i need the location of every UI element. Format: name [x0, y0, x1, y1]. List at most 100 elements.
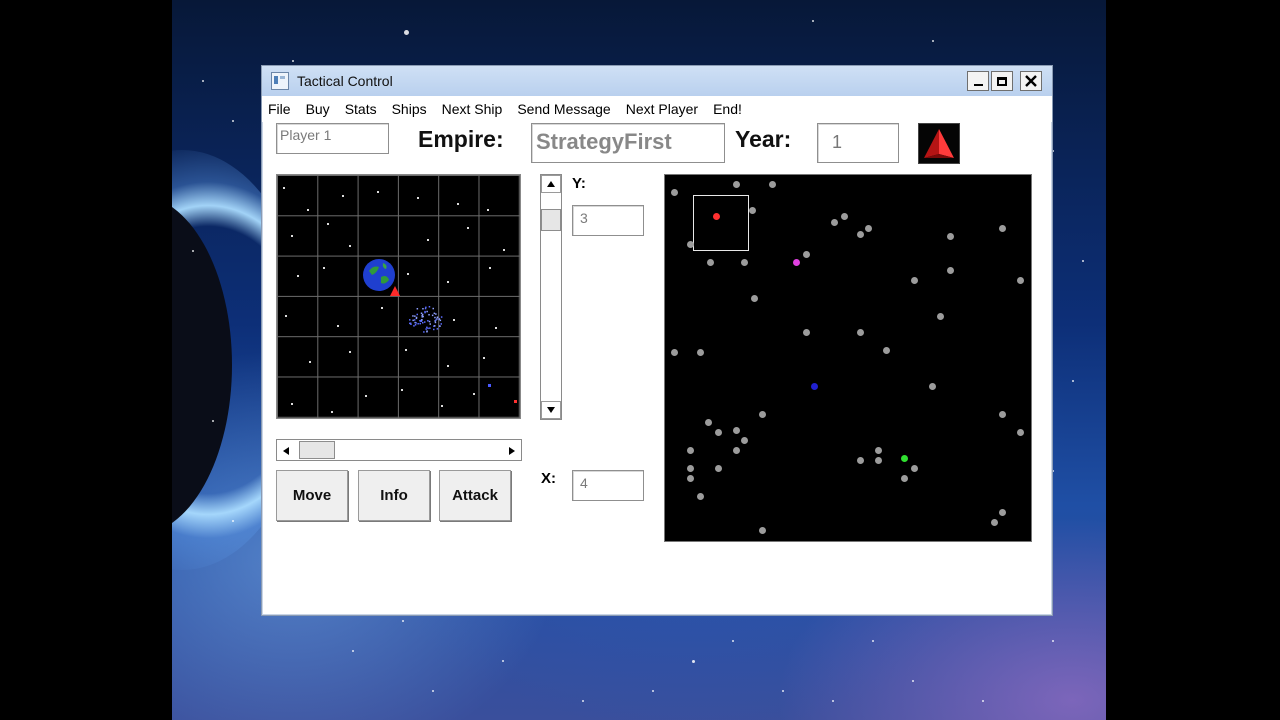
star-system[interactable] [687, 241, 694, 248]
move-button[interactable]: Move [276, 470, 348, 521]
title-bar[interactable]: Tactical Control [262, 66, 1052, 96]
nebula-speck [415, 322, 417, 324]
wallpaper-star [432, 690, 434, 692]
star-system[interactable] [671, 189, 678, 196]
star-system[interactable] [749, 207, 756, 214]
star-system[interactable] [999, 509, 1006, 516]
menu-file[interactable]: File [268, 101, 291, 117]
red-ship-icon [390, 286, 400, 296]
info-button[interactable]: Info [358, 470, 430, 521]
star-system[interactable] [751, 295, 758, 302]
star-system[interactable] [715, 429, 722, 436]
wallpaper-star [912, 680, 914, 682]
sector-star-dot [417, 197, 419, 199]
star-system[interactable] [865, 225, 872, 232]
menu-stats[interactable]: Stats [345, 101, 377, 117]
star-system[interactable] [901, 475, 908, 482]
year-field[interactable]: 1 [817, 123, 899, 163]
player-field[interactable]: Player 1 [276, 123, 389, 154]
star-system[interactable] [671, 349, 678, 356]
star-system[interactable] [759, 527, 766, 534]
player-empire-system[interactable] [713, 213, 720, 220]
sector-star-dot [349, 245, 351, 247]
star-system[interactable] [741, 259, 748, 266]
blue-empire-system[interactable] [811, 383, 818, 390]
star-system[interactable] [999, 411, 1006, 418]
red-pyramid-icon [924, 129, 954, 158]
menu-buy[interactable]: Buy [306, 101, 330, 117]
star-system[interactable] [831, 219, 838, 226]
star-system[interactable] [759, 411, 766, 418]
empire-name-field[interactable]: StrategyFirst [531, 123, 725, 163]
star-system[interactable] [733, 447, 740, 454]
minimize-icon [973, 84, 983, 86]
nebula-speck [439, 319, 442, 322]
star-system[interactable] [707, 259, 714, 266]
menu-next-ship[interactable]: Next Ship [442, 101, 503, 117]
star-system[interactable] [769, 181, 776, 188]
star-system[interactable] [1017, 277, 1024, 284]
star-system[interactable] [947, 233, 954, 240]
star-system[interactable] [999, 225, 1006, 232]
attack-button[interactable]: Attack [439, 470, 511, 521]
nebula-speck [439, 325, 441, 327]
star-system[interactable] [947, 267, 954, 274]
nebula-speck [415, 317, 418, 320]
star-system[interactable] [705, 419, 712, 426]
star-system[interactable] [687, 447, 694, 454]
nebula-speck [417, 323, 419, 325]
galaxy-map[interactable] [664, 174, 1032, 542]
nebula-speck [413, 325, 415, 327]
star-system[interactable] [733, 427, 740, 434]
star-system[interactable] [697, 349, 704, 356]
scroll-left-button[interactable] [277, 441, 295, 460]
star-system[interactable] [841, 213, 848, 220]
close-button[interactable] [1020, 71, 1042, 91]
star-system[interactable] [875, 447, 882, 454]
x-coordinate-field[interactable]: 4 [572, 470, 644, 501]
star-system[interactable] [687, 475, 694, 482]
nebula-speck [432, 307, 434, 310]
star-system[interactable] [857, 231, 864, 238]
minimize-button[interactable] [967, 71, 989, 91]
magenta-empire-system[interactable] [793, 259, 800, 266]
star-system[interactable] [991, 519, 998, 526]
wallpaper-star [502, 660, 504, 662]
star-system[interactable] [803, 329, 810, 336]
horizontal-scroll-thumb[interactable] [299, 441, 335, 459]
star-system[interactable] [857, 457, 864, 464]
menu-ships[interactable]: Ships [392, 101, 427, 117]
scroll-up-button[interactable] [541, 175, 561, 193]
star-system[interactable] [803, 251, 810, 258]
menu-end[interactable]: End! [713, 101, 742, 117]
star-system[interactable] [911, 277, 918, 284]
green-empire-system[interactable] [901, 455, 908, 462]
star-system[interactable] [937, 313, 944, 320]
star-system[interactable] [1017, 429, 1024, 436]
menu-send-message[interactable]: Send Message [517, 101, 610, 117]
star-system[interactable] [715, 465, 722, 472]
nebula-speck [433, 312, 436, 315]
sector-star-dot [407, 273, 409, 275]
vertical-scroll-thumb[interactable] [541, 209, 561, 231]
star-system[interactable] [911, 465, 918, 472]
menu-next-player[interactable]: Next Player [626, 101, 698, 117]
y-coordinate-field[interactable]: 3 [572, 205, 644, 236]
star-system[interactable] [875, 457, 882, 464]
sector-grid-view[interactable] [276, 174, 521, 419]
horizontal-scrollbar[interactable] [276, 439, 522, 461]
wallpaper-star [692, 660, 695, 663]
star-system[interactable] [733, 181, 740, 188]
star-system[interactable] [741, 437, 748, 444]
star-system[interactable] [883, 347, 890, 354]
scroll-down-button[interactable] [541, 401, 561, 419]
star-system[interactable] [929, 383, 936, 390]
sector-star-dot [405, 349, 407, 351]
star-system[interactable] [687, 465, 694, 472]
star-system[interactable] [697, 493, 704, 500]
star-system[interactable] [857, 329, 864, 336]
maximize-button[interactable] [991, 71, 1013, 91]
scroll-right-button[interactable] [503, 441, 521, 460]
wallpaper-star [292, 60, 294, 62]
vertical-scrollbar[interactable] [540, 174, 562, 420]
